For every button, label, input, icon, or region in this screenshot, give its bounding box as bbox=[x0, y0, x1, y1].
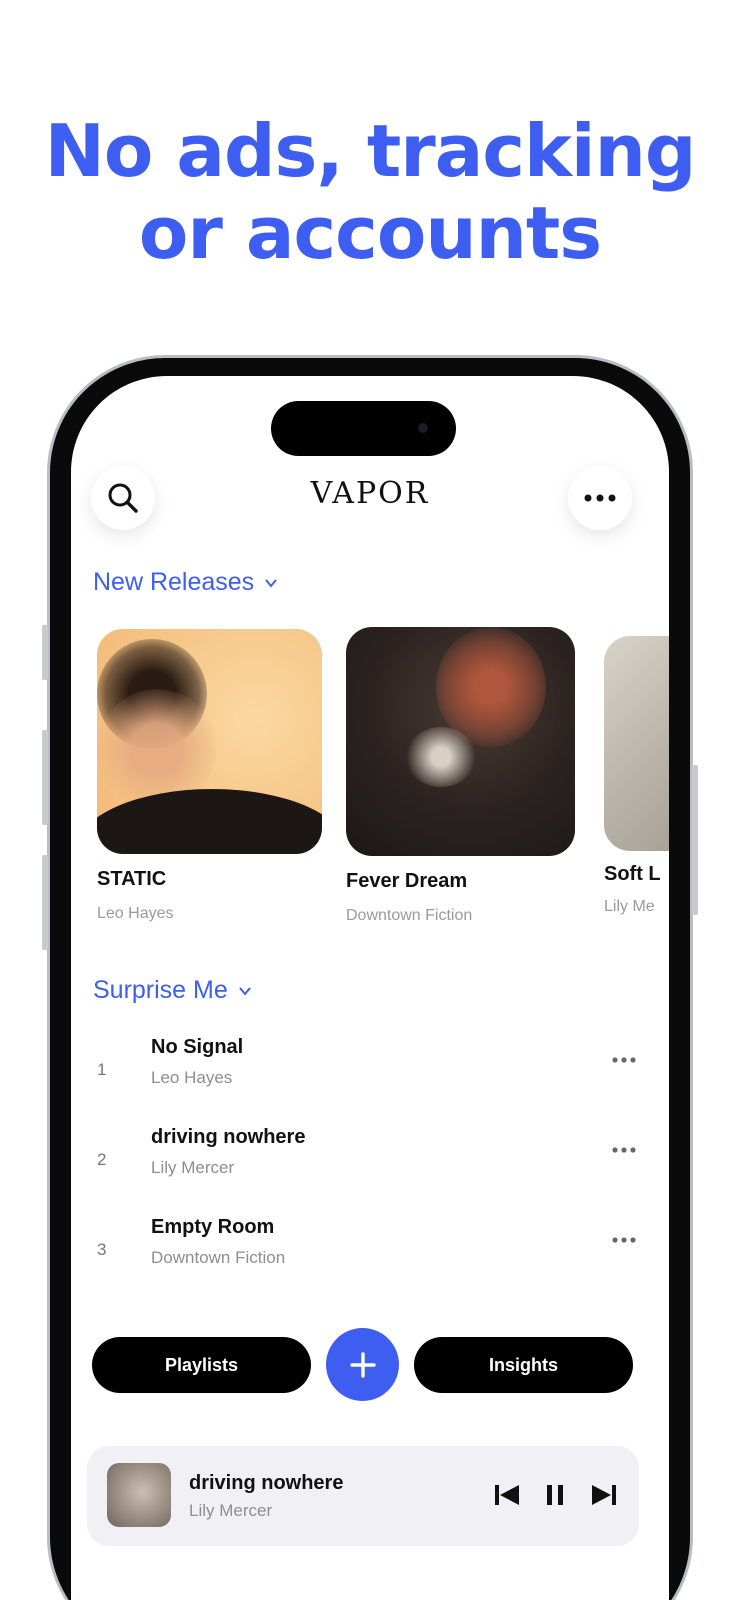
album-card[interactable]: STATIC Leo Hayes bbox=[97, 629, 322, 923]
track-more-icon[interactable] bbox=[611, 1056, 637, 1064]
track-row[interactable]: 2 driving nowhere Lily Mercer bbox=[91, 1126, 651, 1196]
chevron-down-icon bbox=[265, 578, 277, 588]
track-number: 2 bbox=[97, 1150, 107, 1169]
mini-player[interactable]: driving nowhere Lily Mercer bbox=[87, 1446, 639, 1546]
track-more-icon[interactable] bbox=[611, 1146, 637, 1154]
track-row[interactable]: 3 Empty Room Downtown Fiction bbox=[91, 1216, 651, 1286]
headline-line-2: or accounts bbox=[138, 191, 602, 275]
surprise-me-dropdown[interactable]: Surprise Me bbox=[93, 976, 252, 1005]
album-name: STATIC bbox=[97, 868, 167, 890]
album-card[interactable]: Soft L Lily Me bbox=[604, 636, 669, 916]
now-playing-artist: Lily Mercer bbox=[189, 1501, 273, 1520]
plus-icon bbox=[349, 1351, 376, 1378]
more-horizontal-icon bbox=[584, 494, 616, 502]
dynamic-island bbox=[271, 401, 456, 456]
album-cover bbox=[97, 629, 322, 854]
headline-line-1: No ads, tracking bbox=[44, 109, 697, 193]
surprise-me-title: Surprise Me bbox=[93, 976, 228, 1004]
now-playing-artwork bbox=[107, 1463, 171, 1527]
track-more-icon[interactable] bbox=[611, 1236, 637, 1244]
phone-volume-down bbox=[42, 855, 48, 950]
next-track-icon[interactable] bbox=[590, 1484, 616, 1506]
track-number: 3 bbox=[97, 1240, 107, 1259]
chevron-down-icon bbox=[238, 986, 251, 996]
app-screen: VAPOR New Releases STATIC Leo Hayes Feve… bbox=[71, 376, 669, 1600]
new-releases-dropdown[interactable]: New Releases bbox=[93, 568, 278, 597]
previous-track-icon[interactable] bbox=[495, 1484, 521, 1506]
phone-power-button bbox=[692, 765, 698, 915]
album-artist: Downtown Fiction bbox=[346, 907, 473, 924]
pause-icon[interactable] bbox=[546, 1484, 564, 1506]
playlists-button[interactable]: Playlists bbox=[92, 1337, 311, 1393]
album-cover bbox=[346, 627, 575, 856]
album-name: Fever Dream bbox=[346, 870, 468, 892]
track-artist: Lily Mercer bbox=[151, 1158, 235, 1177]
track-number: 1 bbox=[97, 1060, 107, 1079]
album-card[interactable]: Fever Dream Downtown Fiction bbox=[346, 627, 575, 925]
track-title: driving nowhere bbox=[151, 1126, 306, 1148]
track-row[interactable]: 1 No Signal Leo Hayes bbox=[91, 1036, 651, 1106]
new-releases-title: New Releases bbox=[93, 568, 255, 596]
track-title: No Signal bbox=[151, 1036, 244, 1058]
phone-mute-switch bbox=[42, 625, 48, 680]
more-options-button[interactable] bbox=[568, 466, 632, 530]
album-artist: Lily Me bbox=[604, 898, 655, 915]
track-artist: Leo Hayes bbox=[151, 1068, 233, 1087]
insights-button[interactable]: Insights bbox=[414, 1337, 633, 1393]
track-artist: Downtown Fiction bbox=[151, 1248, 286, 1267]
track-title: Empty Room bbox=[151, 1216, 275, 1238]
headline: No ads, tracking or accounts bbox=[0, 110, 740, 274]
now-playing-title: driving nowhere bbox=[189, 1472, 344, 1494]
album-artist: Leo Hayes bbox=[97, 905, 174, 922]
phone-volume-up bbox=[42, 730, 48, 825]
album-cover bbox=[604, 636, 669, 851]
add-button[interactable] bbox=[326, 1328, 399, 1401]
album-name: Soft L bbox=[604, 863, 661, 885]
